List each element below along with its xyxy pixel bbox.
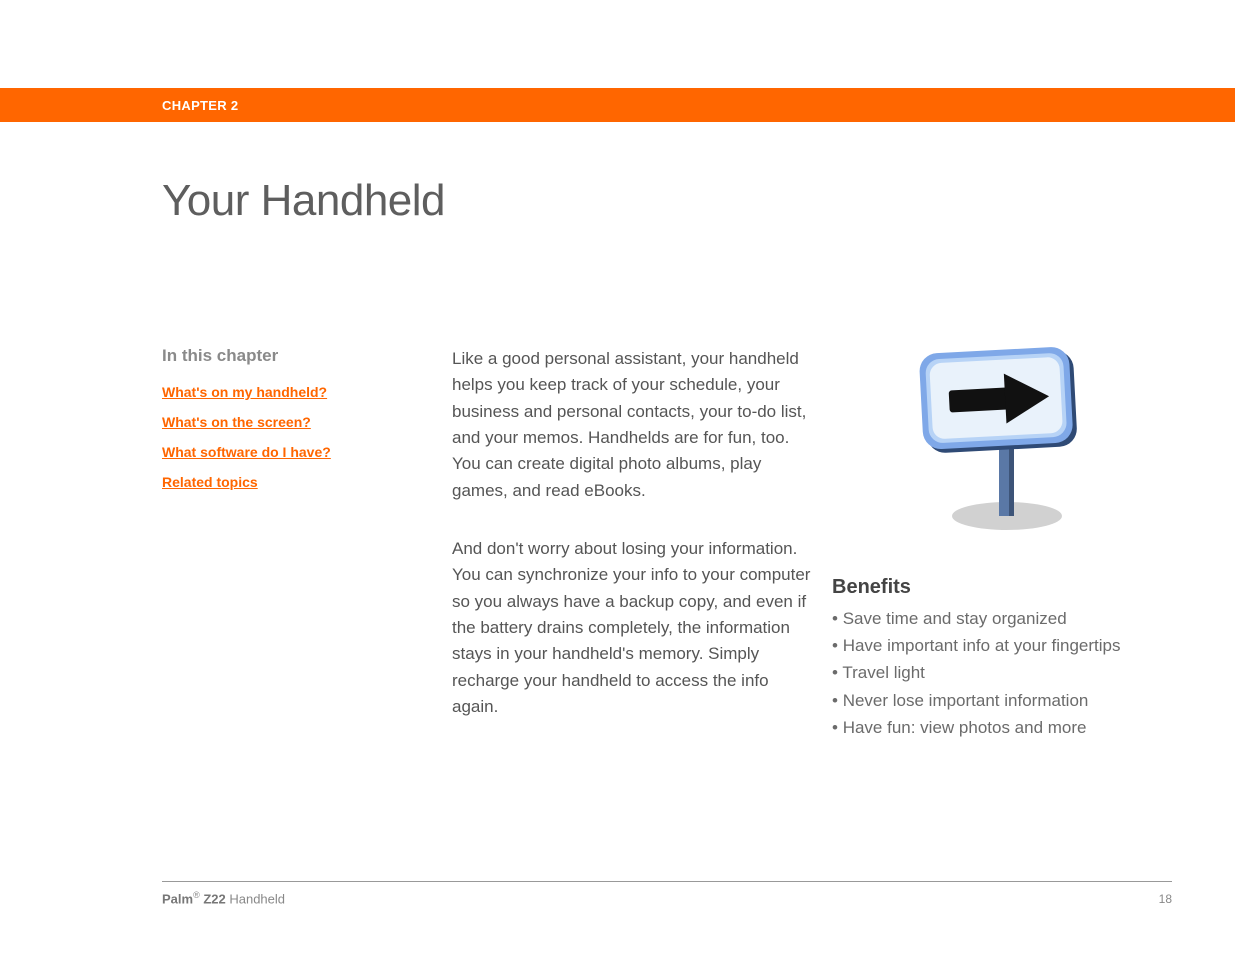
chapter-header-bar: CHAPTER 2 — [0, 88, 1235, 122]
intro-paragraph-2: And don't worry about losing your inform… — [452, 536, 812, 720]
sidebar-heading: In this chapter — [162, 346, 442, 366]
body-column: Like a good personal assistant, your han… — [452, 346, 812, 752]
content-row: In this chapter What's on my handheld? W… — [162, 346, 1172, 752]
benefit-item: Have fun: view photos and more — [832, 714, 1182, 741]
chapter-label: CHAPTER 2 — [162, 98, 238, 113]
benefit-item: Save time and stay organized — [832, 605, 1182, 632]
chapter-toc-sidebar: In this chapter What's on my handheld? W… — [162, 346, 442, 752]
footer-branding: Palm® Z22 Handheld — [162, 890, 285, 906]
benefits-list: Save time and stay organized Have import… — [832, 605, 1182, 741]
sidebar-link-handheld[interactable]: What's on my handheld? — [162, 384, 442, 400]
road-sign-arrow-icon — [907, 336, 1087, 536]
page-title: Your Handheld — [162, 176, 1235, 226]
footer-brand-reg: ® — [193, 890, 200, 900]
intro-paragraph-1: Like a good personal assistant, your han… — [452, 346, 812, 504]
benefit-item: Travel light — [832, 659, 1182, 686]
top-spacer — [0, 0, 1235, 88]
sidebar-link-software[interactable]: What software do I have? — [162, 444, 442, 460]
footer-brand-prefix: Palm — [162, 891, 193, 906]
right-column: Benefits Save time and stay organized Ha… — [832, 346, 1182, 752]
sidebar-link-related[interactable]: Related topics — [162, 474, 442, 490]
footer-brand-model: Z22 — [200, 891, 226, 906]
benefit-item: Have important info at your fingertips — [832, 632, 1182, 659]
sidebar-link-screen[interactable]: What's on the screen? — [162, 414, 442, 430]
benefit-item: Never lose important information — [832, 687, 1182, 714]
page-number: 18 — [1159, 892, 1172, 906]
benefits-heading: Benefits — [832, 576, 1182, 599]
footer-brand-suffix: Handheld — [226, 891, 285, 906]
page-footer: Palm® Z22 Handheld 18 — [162, 881, 1172, 906]
